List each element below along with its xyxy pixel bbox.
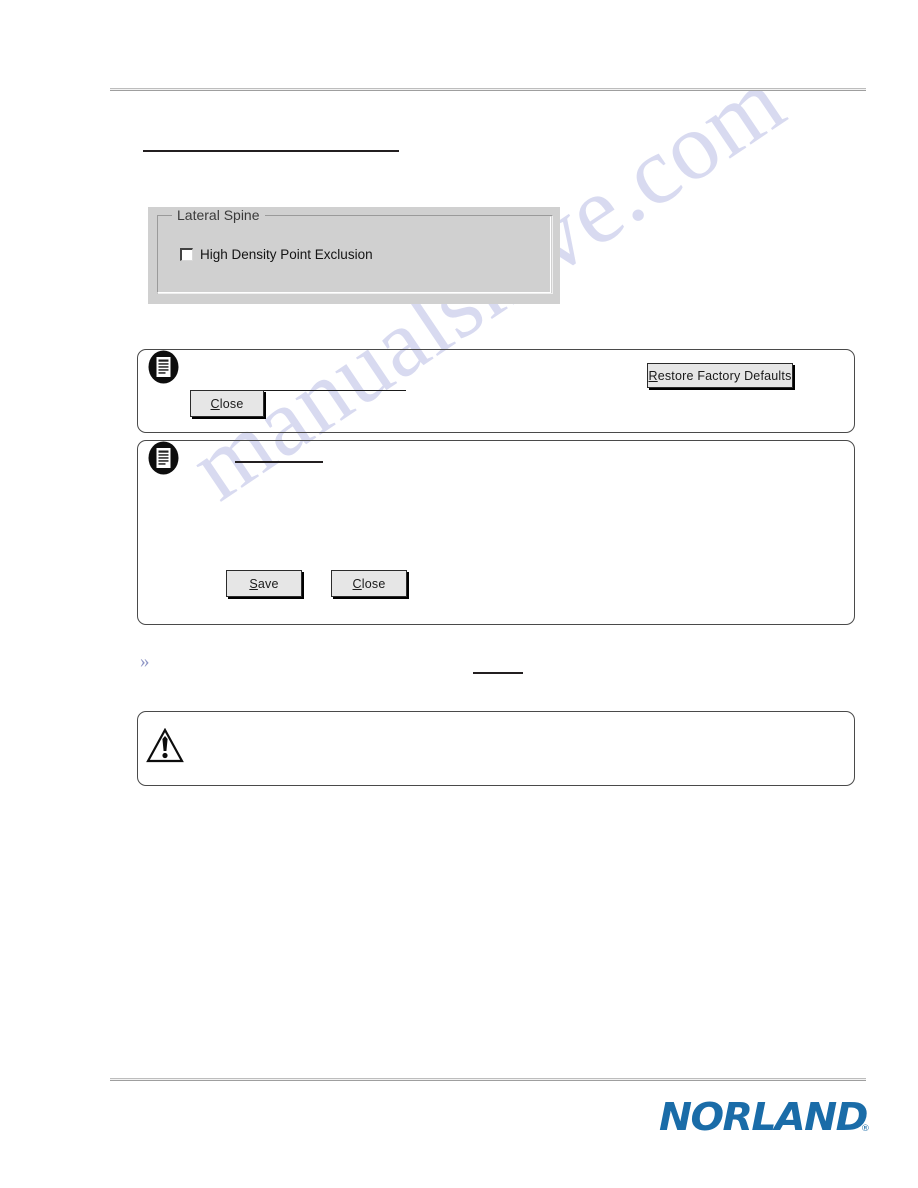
restore-factory-defaults-button[interactable]: Restore Factory Defaults bbox=[647, 363, 793, 388]
warning-box bbox=[137, 711, 855, 786]
lateral-spine-groupbox: Lateral Spine High Density Point Exclusi… bbox=[157, 207, 553, 294]
groupbox-title: Lateral Spine bbox=[172, 207, 265, 223]
close-button-2-accel: C bbox=[352, 576, 362, 591]
section-heading-underline bbox=[143, 150, 399, 152]
restore-button-accel: R bbox=[648, 368, 658, 383]
close-button-2-label: lose bbox=[361, 576, 386, 591]
norland-logo: NORLAND ® bbox=[659, 1094, 870, 1139]
high-density-point-exclusion-row[interactable]: High Density Point Exclusion bbox=[180, 247, 373, 262]
body-underline bbox=[473, 672, 523, 674]
callout-leader-line bbox=[264, 390, 406, 391]
close-button-1-accel: C bbox=[210, 396, 220, 411]
close-button-1[interactable]: Close bbox=[190, 390, 264, 417]
note-document-icon bbox=[148, 350, 179, 384]
note-document-icon-2 bbox=[148, 441, 179, 475]
high-density-point-exclusion-label: High Density Point Exclusion bbox=[200, 247, 373, 262]
restore-button-label: estore Factory Defaults bbox=[657, 368, 792, 383]
manual-page: manualshive.com Lateral Spine High Densi… bbox=[0, 0, 918, 1188]
close-button-2[interactable]: Close bbox=[331, 570, 407, 597]
note-2-underline bbox=[235, 461, 323, 463]
footer-rule bbox=[110, 1078, 866, 1081]
save-button-accel: S bbox=[249, 576, 258, 591]
lateral-spine-dialog: Lateral Spine High Density Point Exclusi… bbox=[148, 207, 560, 304]
close-button-1-label: lose bbox=[219, 396, 244, 411]
chevron-bullet-icon: » bbox=[140, 651, 150, 672]
save-button-label: ave bbox=[257, 576, 279, 591]
save-button[interactable]: Save bbox=[226, 570, 302, 597]
high-density-point-exclusion-checkbox[interactable] bbox=[180, 248, 193, 261]
header-rule bbox=[110, 88, 866, 91]
warning-triangle-icon bbox=[146, 728, 184, 763]
norland-logo-text: NORLAND bbox=[659, 1095, 868, 1139]
note-box-2 bbox=[137, 440, 855, 625]
